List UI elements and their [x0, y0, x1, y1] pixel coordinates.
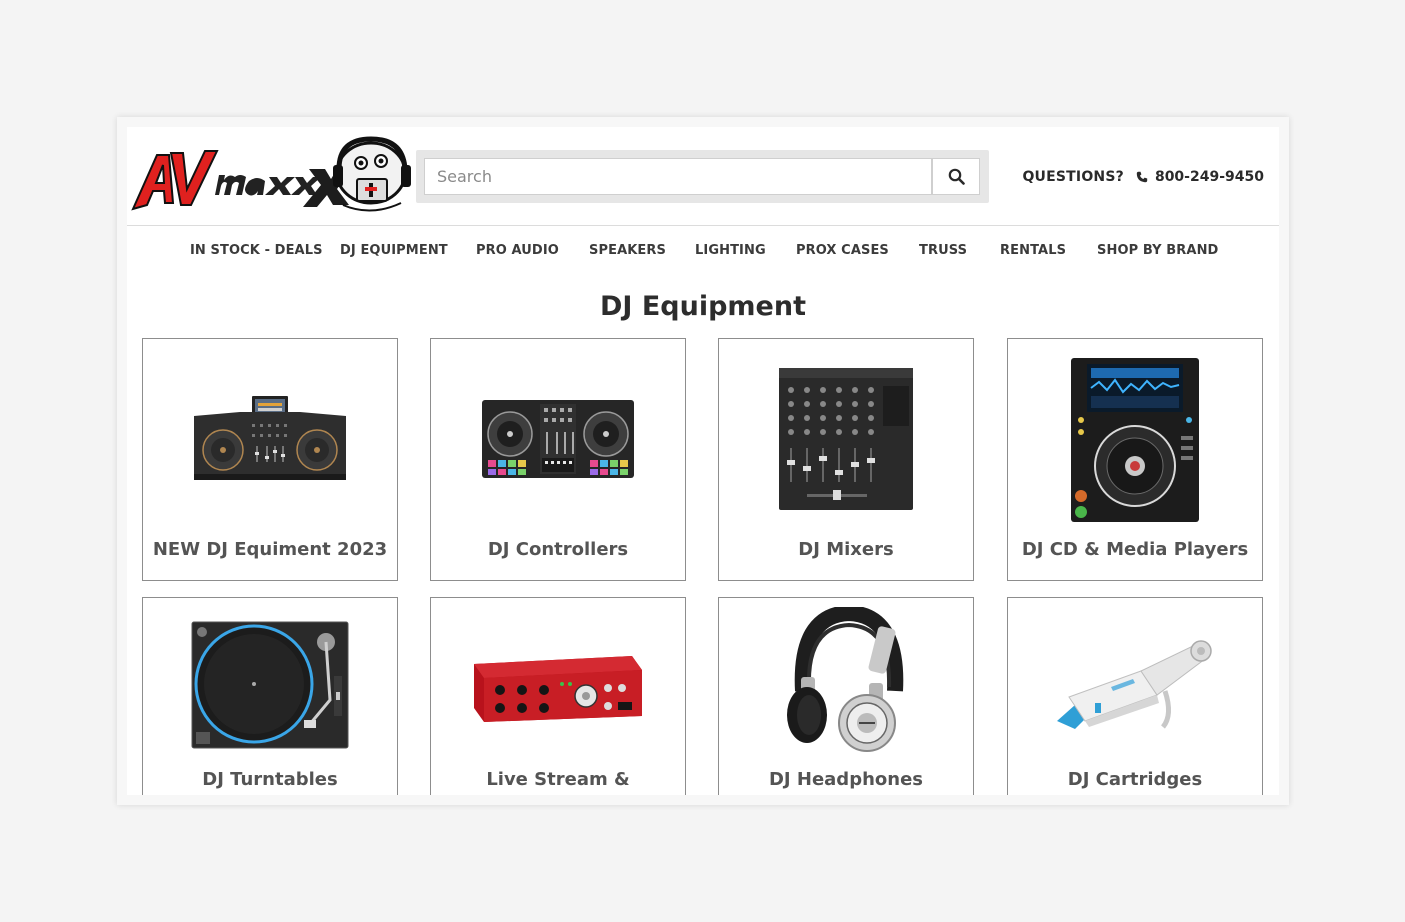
- phone-icon: [1136, 171, 1148, 183]
- search-bar: [416, 150, 989, 203]
- nav-item-lighting[interactable]: LIGHTING: [695, 243, 766, 258]
- header-divider: [127, 225, 1279, 226]
- category-card-dj-mixers[interactable]: DJ Mixers: [718, 338, 974, 581]
- category-label: DJ Controllers: [487, 539, 629, 560]
- site-logo[interactable]: [129, 133, 411, 217]
- category-label: NEW DJ Equiment 2023: [152, 539, 388, 560]
- dj-controller-image: [431, 384, 685, 494]
- category-label: DJ Headphones: [768, 769, 923, 790]
- media-player-image: [1008, 355, 1262, 525]
- category-label: DJ CD & Media Players: [1021, 539, 1249, 560]
- category-card-dj-cartridges[interactable]: DJ Cartridges: [1007, 597, 1263, 795]
- nav-item-pro-audio[interactable]: PRO AUDIO: [476, 243, 559, 258]
- nav-item-shop-by-brand[interactable]: SHOP BY BRAND: [1097, 243, 1218, 258]
- category-card-dj-headphones[interactable]: DJ Headphones: [718, 597, 974, 795]
- nav-item-rentals[interactable]: RENTALS: [1000, 243, 1066, 258]
- dj-system-image: [143, 384, 397, 494]
- turntable-image: [143, 618, 397, 752]
- cartridge-image: [1008, 628, 1262, 738]
- dj-mixer-image: [719, 365, 973, 513]
- category-card-dj-cd-media-players[interactable]: DJ CD & Media Players: [1007, 338, 1263, 581]
- nav-item-truss[interactable]: TRUSS: [919, 243, 967, 258]
- browser-frame: QUESTIONS? 800-249-9450 IN STOCK - DEALS…: [117, 117, 1289, 805]
- avmaxx-logo-icon: [131, 136, 411, 212]
- nav-item-dj-equipment[interactable]: DJ EQUIPMENT: [340, 243, 448, 258]
- headphones-image: [719, 606, 973, 756]
- phone-number-link[interactable]: 800-249-9450: [1155, 169, 1264, 185]
- category-card-new-dj-equipment[interactable]: NEW DJ Equiment 2023: [142, 338, 398, 581]
- search-input[interactable]: [424, 158, 932, 195]
- page-title: DJ Equipment: [599, 291, 806, 322]
- page: QUESTIONS? 800-249-9450 IN STOCK - DEALS…: [127, 127, 1279, 795]
- category-card-live-stream[interactable]: Live Stream &: [430, 597, 686, 795]
- category-label: DJ Mixers: [798, 539, 894, 560]
- questions-label: QUESTIONS?: [1022, 169, 1124, 185]
- category-label: DJ Turntables: [202, 769, 338, 790]
- main-nav: IN STOCK - DEALS DJ EQUIPMENT PRO AUDIO …: [127, 243, 1279, 265]
- audio-interface-image: [431, 638, 685, 738]
- nav-item-in-stock-deals[interactable]: IN STOCK - DEALS: [190, 243, 323, 258]
- nav-item-speakers[interactable]: SPEAKERS: [589, 243, 666, 258]
- category-card-dj-controllers[interactable]: DJ Controllers: [430, 338, 686, 581]
- category-label: DJ Cartridges: [1067, 769, 1203, 790]
- category-card-dj-turntables[interactable]: DJ Turntables: [142, 597, 398, 795]
- contact-info: QUESTIONS? 800-249-9450: [1022, 167, 1264, 187]
- search-icon: [948, 168, 965, 185]
- nav-item-prox-cases[interactable]: PROX CASES: [796, 243, 889, 258]
- search-button[interactable]: [932, 158, 980, 195]
- category-label: Live Stream &: [486, 769, 630, 790]
